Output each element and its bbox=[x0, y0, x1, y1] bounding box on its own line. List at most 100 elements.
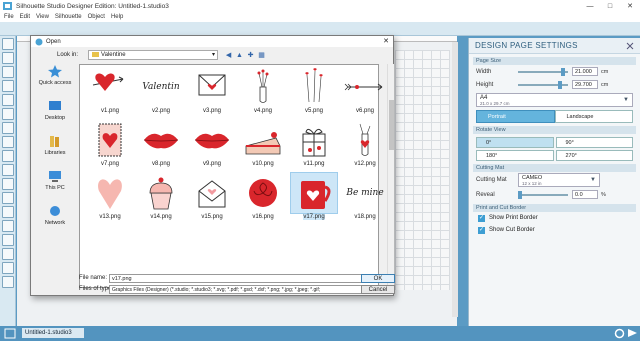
back-icon[interactable]: ◀ bbox=[224, 51, 233, 60]
file-name-input[interactable]: v17.png bbox=[109, 274, 371, 283]
height-unit: cm bbox=[601, 81, 609, 88]
text-tool-icon[interactable] bbox=[1, 164, 14, 176]
show-print-border-checkbox[interactable]: ✓ Show Print Border bbox=[473, 212, 636, 224]
menu-help[interactable]: Help bbox=[111, 14, 123, 20]
maximize-button[interactable]: □ bbox=[600, 0, 620, 12]
file-item[interactable]: v11.png bbox=[290, 120, 338, 170]
height-slider-knob[interactable] bbox=[558, 80, 562, 89]
new-folder-icon[interactable]: ✚ bbox=[246, 51, 255, 60]
files-of-type-select[interactable]: Graphics Files (Designer) (*.studio; *.s… bbox=[109, 285, 371, 294]
up-folder-icon[interactable]: ▲ bbox=[235, 51, 244, 60]
width-slider-knob[interactable] bbox=[561, 67, 565, 76]
menu-edit[interactable]: Edit bbox=[20, 14, 30, 20]
file-thumbnail bbox=[291, 67, 337, 107]
menu-silhouette[interactable]: Silhouette bbox=[55, 14, 82, 20]
mode-tool-icon[interactable] bbox=[1, 276, 14, 288]
send-icon[interactable] bbox=[627, 328, 638, 339]
arc-tool-icon[interactable] bbox=[1, 136, 14, 148]
view-menu-icon[interactable]: ▦ bbox=[257, 51, 266, 60]
file-item[interactable]: v12.png bbox=[341, 120, 389, 170]
fit-page-tool-icon[interactable] bbox=[1, 248, 14, 260]
file-item[interactable]: v9.png bbox=[188, 120, 236, 170]
show-cut-border-checkbox[interactable]: ✓ Show Cut Border bbox=[473, 224, 636, 236]
library-icon[interactable] bbox=[4, 328, 16, 339]
document-tab[interactable]: Untitled-1.studio3 bbox=[22, 328, 84, 338]
rotate-0-button[interactable]: 0° bbox=[476, 137, 554, 148]
knife-tool-icon[interactable] bbox=[1, 192, 14, 204]
reveal-input[interactable]: 0.0 bbox=[572, 190, 598, 199]
place-this-pc[interactable]: This PC bbox=[35, 169, 75, 201]
rotate-270-button[interactable]: 270° bbox=[555, 150, 633, 161]
rectangle-tool-icon[interactable] bbox=[1, 80, 14, 92]
height-input[interactable]: 29.700 bbox=[572, 80, 598, 89]
reveal-slider-knob[interactable] bbox=[518, 190, 522, 199]
file-item[interactable]: v16.png bbox=[239, 173, 287, 223]
file-item[interactable]: v10.png bbox=[239, 120, 287, 170]
place-libraries-label: Libraries bbox=[44, 150, 66, 156]
select-tool-icon[interactable] bbox=[1, 38, 14, 50]
cancel-button[interactable]: Cancel bbox=[361, 285, 395, 294]
file-item[interactable]: v1.png bbox=[86, 67, 134, 117]
look-in-select[interactable]: Valentine ▾ bbox=[88, 50, 219, 60]
width-input[interactable]: 21.000 bbox=[572, 67, 598, 76]
file-item[interactable]: v14.png bbox=[137, 173, 185, 223]
lips-icon bbox=[143, 133, 179, 149]
file-name: v3.png bbox=[202, 108, 221, 114]
ellipse-tool-icon[interactable] bbox=[1, 94, 14, 106]
file-list-scrollbar[interactable] bbox=[387, 64, 394, 288]
cutting-mat-select[interactable]: CAMEO 12 x 12 in ▼ bbox=[518, 173, 600, 187]
file-name: v7.png bbox=[100, 161, 119, 167]
zoom-in-tool-icon[interactable] bbox=[1, 220, 14, 232]
file-item[interactable]: Be mine v18.png bbox=[341, 173, 389, 223]
place-quick-access[interactable]: Quick access bbox=[35, 64, 75, 96]
files-of-type-label: Files of type: bbox=[79, 286, 114, 292]
reveal-slider[interactable] bbox=[518, 190, 568, 199]
rotate-180-button[interactable]: 180° bbox=[476, 150, 554, 161]
file-name: v13.png bbox=[99, 214, 121, 220]
place-desktop[interactable]: Desktop bbox=[35, 99, 75, 131]
be-mine-script-thumb-text: Be mine bbox=[346, 188, 384, 198]
pan-tool-icon[interactable] bbox=[1, 206, 14, 218]
portrait-button[interactable]: Portrait bbox=[476, 110, 555, 123]
rotate-90-button[interactable]: 90° bbox=[555, 137, 633, 148]
place-libraries[interactable]: Libraries bbox=[35, 134, 75, 166]
place-network[interactable]: Network bbox=[35, 204, 75, 236]
file-item[interactable]: v4.png bbox=[239, 67, 287, 117]
file-item[interactable]: v6.png bbox=[341, 67, 389, 117]
scrollbar-thumb[interactable] bbox=[389, 100, 394, 150]
curve-tool-icon[interactable] bbox=[1, 122, 14, 134]
menu-file[interactable]: File bbox=[4, 14, 14, 20]
dialog-close-button[interactable]: ✕ bbox=[383, 37, 389, 45]
file-item[interactable]: v3.png bbox=[188, 67, 236, 117]
desktop-icon bbox=[49, 101, 61, 110]
eraser-tool-icon[interactable] bbox=[1, 178, 14, 190]
file-item[interactable]: v13.png bbox=[86, 173, 134, 223]
file-item[interactable]: v17.png bbox=[290, 172, 338, 223]
width-slider[interactable] bbox=[518, 67, 568, 76]
rotate-view-section: Rotate View 0° 90° 180° 270° bbox=[473, 126, 636, 161]
file-list[interactable]: v1.png Valentin v2.png v3.png v4.png v5.png v6… bbox=[79, 64, 384, 288]
polygon-tool-icon[interactable] bbox=[1, 108, 14, 120]
landscape-button[interactable]: Landscape bbox=[554, 110, 633, 123]
ok-button[interactable]: OK bbox=[361, 274, 395, 283]
zoom-out-tool-icon[interactable] bbox=[1, 234, 14, 246]
settings-gear-icon[interactable] bbox=[614, 328, 625, 339]
menu-view[interactable]: View bbox=[36, 14, 49, 20]
edit-points-tool-icon[interactable] bbox=[1, 52, 14, 64]
paper-size-select[interactable]: A4 21.0 x 29.7 cm ▼ bbox=[476, 93, 633, 107]
minimize-button[interactable]: — bbox=[580, 0, 600, 12]
file-name: v14.png bbox=[150, 214, 172, 220]
close-window-button[interactable]: ✕ bbox=[620, 0, 640, 12]
file-thumbnail bbox=[189, 120, 235, 160]
panel-close-icon[interactable] bbox=[626, 42, 634, 50]
draw-tool-icon[interactable] bbox=[1, 262, 14, 274]
file-item[interactable]: Valentin v2.png bbox=[137, 67, 185, 117]
file-item[interactable]: v15.png bbox=[188, 173, 236, 223]
file-item[interactable]: v5.png bbox=[290, 67, 338, 117]
file-item[interactable]: v8.png bbox=[137, 120, 185, 170]
file-item[interactable]: v7.png bbox=[86, 120, 134, 170]
height-slider[interactable] bbox=[518, 80, 568, 89]
line-tool-icon[interactable] bbox=[1, 66, 14, 78]
menu-object[interactable]: Object bbox=[88, 14, 105, 20]
freehand-tool-icon[interactable] bbox=[1, 150, 14, 162]
